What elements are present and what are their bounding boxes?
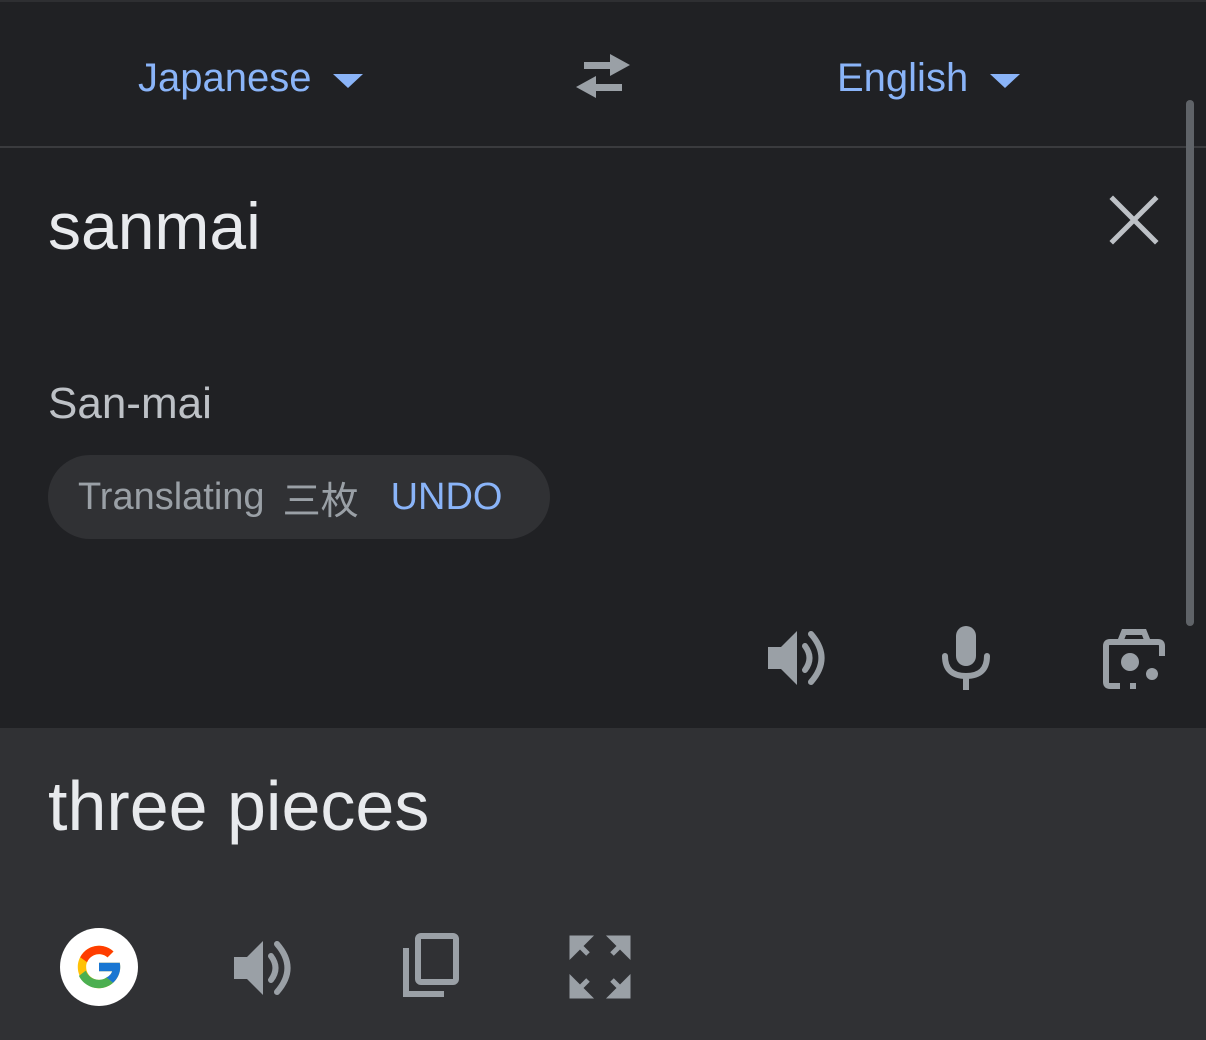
scrollbar[interactable] — [1186, 100, 1194, 626]
camera-input-button[interactable] — [1100, 624, 1168, 692]
clear-text-button[interactable] — [1108, 194, 1160, 246]
swap-arrows-icon — [576, 54, 630, 98]
fullscreen-button[interactable] — [566, 934, 634, 1000]
suggested-term: 三枚 — [282, 478, 359, 523]
copy-icon — [403, 933, 459, 997]
speaker-icon — [234, 941, 291, 995]
source-language-selector[interactable]: Japanese — [138, 50, 364, 106]
dropdown-caret-icon — [990, 74, 1021, 88]
translation-result-panel: three pieces — [0, 728, 1206, 1040]
translation-result-text: three pieces — [48, 767, 430, 845]
camera-icon — [1103, 629, 1165, 689]
google-logo-icon — [77, 945, 122, 989]
translating-suggestion-chip: Translating 三枚 UNDO — [48, 455, 550, 539]
undo-button[interactable]: UNDO — [391, 476, 503, 519]
language-bar: Japanese English — [0, 0, 1206, 148]
dropdown-caret-icon — [333, 74, 364, 88]
target-language-selector[interactable]: English — [837, 50, 1021, 106]
fullscreen-icon — [569, 935, 631, 999]
close-icon — [1109, 195, 1159, 245]
speaker-icon — [768, 631, 825, 685]
listen-source-button[interactable] — [764, 624, 832, 692]
translate-app: Japanese English sanmai San-mai Translat… — [0, 0, 1206, 1040]
translating-label: Translating — [78, 475, 265, 518]
copy-translation-button[interactable] — [398, 932, 464, 1000]
source-text-input[interactable]: sanmai — [48, 186, 261, 266]
source-language-label: Japanese — [138, 55, 312, 100]
listen-translation-button[interactable] — [230, 934, 298, 1002]
voice-input-button[interactable] — [932, 624, 1000, 692]
swap-languages-button[interactable] — [570, 50, 636, 102]
google-search-button[interactable] — [60, 928, 138, 1006]
transliteration-text: San-mai — [48, 379, 212, 428]
microphone-icon — [942, 626, 990, 690]
target-language-label: English — [837, 55, 969, 100]
